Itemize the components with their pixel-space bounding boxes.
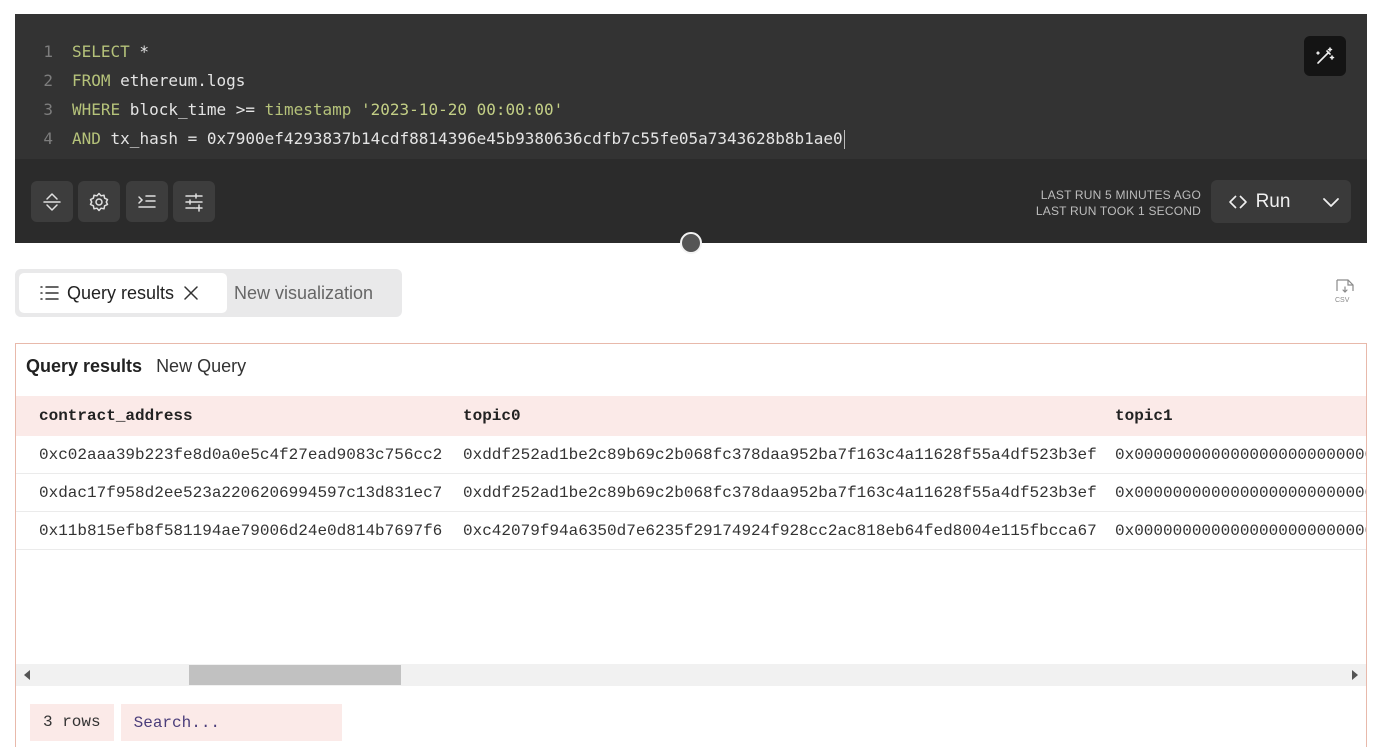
row-count-badge: 3 rows: [30, 704, 114, 741]
run-button[interactable]: Run: [1211, 180, 1307, 223]
table-cell: 0xdac17f958d2ee523a2206206994597c13d831e…: [39, 484, 443, 502]
tab-label: Query results: [67, 282, 175, 303]
results-panel: Query results New Query contract_address…: [15, 343, 1367, 747]
expand-collapse-icon: [43, 192, 61, 211]
table-cell: 0x11b815efb8f581194ae79006d24e0d814b7697…: [39, 522, 443, 540]
scrollbar-thumb[interactable]: [189, 665, 401, 685]
panel-resize-handle[interactable]: [680, 232, 702, 254]
table-cell: 0x000000000000000000000000001: [1115, 446, 1366, 464]
sql-keyword: WHERE: [72, 100, 121, 119]
sliders-plus-icon: [185, 192, 203, 212]
results-table: contract_address topic0 topic1 0xc02aaa3…: [16, 396, 1366, 666]
code-line[interactable]: 2 FROM ethereum.logs: [15, 66, 1367, 95]
line-number: 2: [43, 71, 53, 90]
table-cell: 0xc42079f94a6350d7e6235f29174924f928cc2a…: [463, 522, 1097, 540]
results-search-input[interactable]: [120, 704, 342, 741]
code-line[interactable]: 4 AND tx_hash = 0x7900ef4293837b14cdf881…: [15, 124, 1367, 153]
line-number: 4: [43, 129, 53, 148]
indent-icon: [138, 194, 156, 208]
editor-toolbar: LAST RUN 5 MINUTES AGO LAST RUN TOOK 1 S…: [15, 159, 1367, 243]
horizontal-scrollbar[interactable]: [16, 664, 1366, 686]
run-options-dropdown[interactable]: [1311, 180, 1351, 223]
sql-keyword: AND: [72, 129, 101, 148]
table-cell: 0xddf252ad1be2c89b69c2b068fc378daa952ba7…: [463, 446, 1097, 464]
sql-text: *: [129, 42, 150, 61]
last-run-time: LAST RUN 5 MINUTES AGO: [1040, 188, 1201, 202]
format-query-button[interactable]: [126, 181, 168, 222]
tab-new-visualization[interactable]: New visualization: [234, 273, 373, 313]
list-icon: [40, 286, 59, 300]
sql-text: block_time >=: [120, 100, 265, 119]
text-cursor: [843, 130, 845, 149]
settings-button[interactable]: [78, 181, 120, 222]
sql-keyword: SELECT: [72, 42, 130, 61]
expand-collapse-button[interactable]: [31, 181, 73, 222]
sql-string: '2023-10-20 00:00:00': [351, 100, 564, 119]
last-run-duration: LAST RUN TOOK 1 SECOND: [1035, 204, 1201, 218]
close-icon[interactable]: [184, 286, 198, 300]
table-row[interactable]: 0xdac17f958d2ee523a2206206994597c13d831e…: [16, 474, 1366, 512]
table-cell: 0xddf252ad1be2c89b69c2b068fc378daa952ba7…: [463, 484, 1097, 502]
chevron-down-icon: [1323, 197, 1339, 207]
svg-text:CSV: CSV: [1335, 297, 1350, 304]
table-header: contract_address topic0 topic1: [16, 396, 1366, 436]
column-header[interactable]: contract_address: [39, 396, 193, 436]
code-line[interactable]: 3 WHERE block_time >= timestamp '2023-10…: [15, 95, 1367, 124]
line-number: 3: [43, 100, 53, 119]
run-label: Run: [1255, 190, 1291, 212]
sql-function: timestamp: [264, 100, 352, 119]
sql-editor[interactable]: 1 SELECT * 2 FROM ethereum.logs 3 WHERE …: [15, 14, 1367, 243]
table-row[interactable]: 0x11b815efb8f581194ae79006d24e0d814b7697…: [16, 512, 1366, 550]
scroll-left-arrow-icon[interactable]: [24, 670, 30, 680]
tab-query-results[interactable]: Query results: [19, 273, 227, 313]
column-header[interactable]: topic1: [1115, 396, 1173, 436]
parameters-button[interactable]: [173, 181, 215, 222]
results-footer: 3 rows: [30, 704, 342, 741]
gear-icon: [89, 192, 109, 211]
magic-wand-icon: [1316, 47, 1335, 64]
sql-keyword: FROM: [72, 71, 111, 90]
line-number: 1: [43, 42, 53, 61]
result-tabs: Query results New visualization: [15, 269, 402, 317]
run-diamond-icon: [1228, 194, 1247, 209]
query-name: New Query: [156, 356, 247, 376]
run-button-group: Run: [1211, 180, 1351, 223]
table-cell: 0x000000000000000000000000005: [1115, 484, 1366, 502]
table-cell: 0x000000000000000000000000005: [1115, 522, 1366, 540]
scroll-right-arrow-icon[interactable]: [1352, 670, 1358, 680]
ai-magic-wand-button[interactable]: [1304, 36, 1346, 76]
results-title: Query results: [26, 356, 143, 376]
code-line[interactable]: 1 SELECT *: [15, 37, 1367, 66]
results-header: Query results New Query: [26, 356, 246, 377]
sql-text: ethereum.logs: [110, 71, 246, 90]
sql-text: tx_hash = 0x7900ef4293837b14cdf8814396e4…: [100, 129, 843, 148]
table-row[interactable]: 0xc02aaa39b223fe8d0a0e5c4f27ead9083c756c…: [16, 436, 1366, 474]
table-cell: 0xc02aaa39b223fe8d0a0e5c4f27ead9083c756c…: [39, 446, 443, 464]
csv-download-icon[interactable]: CSV: [1333, 279, 1357, 305]
code-area[interactable]: 1 SELECT * 2 FROM ethereum.logs 3 WHERE …: [15, 14, 1367, 159]
last-run-info: LAST RUN 5 MINUTES AGO LAST RUN TOOK 1 S…: [1036, 187, 1201, 219]
column-header[interactable]: topic0: [463, 396, 521, 436]
